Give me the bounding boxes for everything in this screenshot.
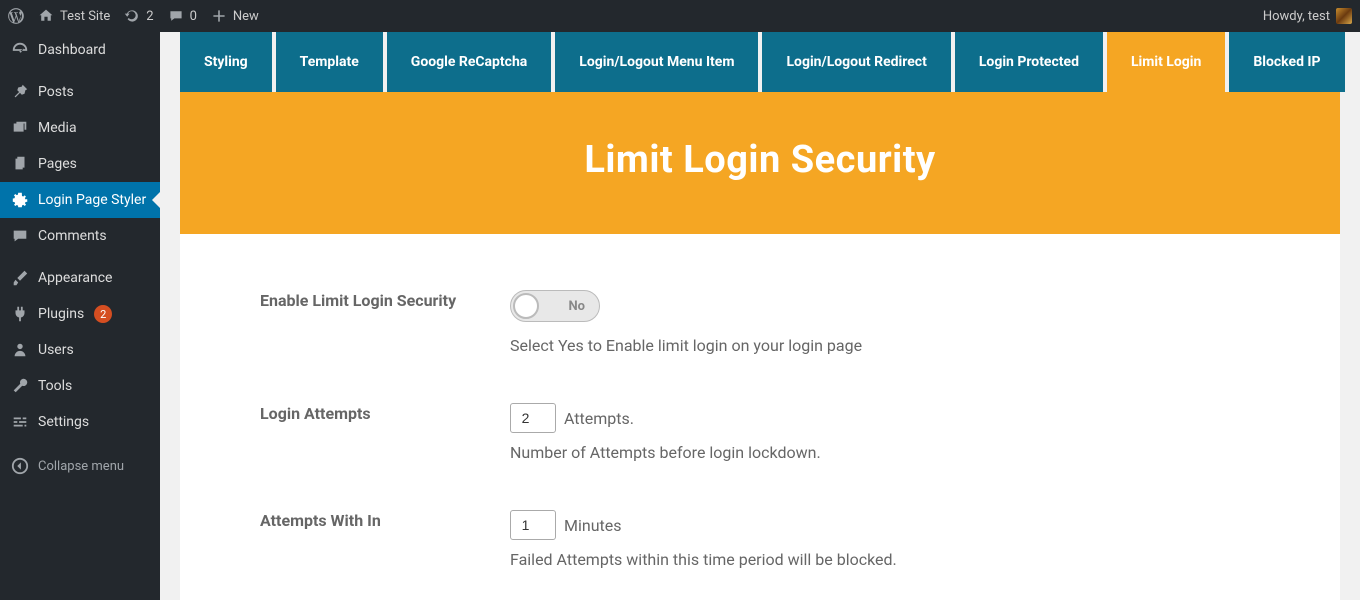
sidebar-item-posts[interactable]: Posts <box>0 74 160 110</box>
user-icon <box>10 340 30 360</box>
sidebar-item-tools[interactable]: Tools <box>0 368 160 404</box>
setting-description: Select Yes to Enable limit login on your… <box>510 336 1260 355</box>
sidebar-item-comments[interactable]: Comments <box>0 218 160 254</box>
sidebar-label: Dashboard <box>38 42 106 58</box>
sidebar-item-dashboard[interactable]: Dashboard <box>0 32 160 68</box>
account-link[interactable]: Howdy, test <box>1263 8 1352 24</box>
sidebar-label: Login Page Styler <box>38 192 146 208</box>
sidebar-label: Users <box>38 342 74 358</box>
setting-attempts: Login Attempts Attempts. Number of Attem… <box>260 403 1260 462</box>
admin-sidebar: Dashboard Posts Media Pages Login Page S… <box>0 32 160 600</box>
setting-within: Attempts With In Minutes Failed Attempts… <box>260 510 1260 569</box>
tab-redirect[interactable]: Login/Logout Redirect <box>762 32 950 92</box>
setting-description: Failed Attempts within this time period … <box>510 550 1260 569</box>
sidebar-label: Pages <box>38 156 77 172</box>
sidebar-item-appearance[interactable]: Appearance <box>0 260 160 296</box>
wp-logo[interactable] <box>8 8 24 24</box>
brush-icon <box>10 268 30 288</box>
updates-link[interactable]: 2 <box>124 8 153 24</box>
tab-template[interactable]: Template <box>276 32 383 92</box>
unit-label: Minutes <box>564 516 622 535</box>
sidebar-item-login-page-styler[interactable]: Login Page Styler <box>0 182 160 218</box>
site-name: Test Site <box>60 9 110 24</box>
pending-comments-count: 0 <box>190 9 197 24</box>
sidebar-item-pages[interactable]: Pages <box>0 146 160 182</box>
sidebar-label: Settings <box>38 414 89 430</box>
sidebar-item-media[interactable]: Media <box>0 110 160 146</box>
settings-panel: Enable Limit Login Security No Select Ye… <box>180 234 1340 600</box>
section-title: Limit Login Security <box>200 138 1320 182</box>
sidebar-label: Tools <box>38 378 72 394</box>
refresh-icon <box>124 8 140 24</box>
sidebar-item-users[interactable]: Users <box>0 332 160 368</box>
section-header: Limit Login Security <box>180 92 1340 234</box>
new-content-link[interactable]: New <box>211 8 259 24</box>
setting-enable: Enable Limit Login Security No Select Ye… <box>260 290 1260 355</box>
tab-blocked-ip[interactable]: Blocked IP <box>1229 32 1344 92</box>
updates-count: 2 <box>146 9 153 24</box>
sidebar-label: Collapse menu <box>38 459 124 474</box>
new-label: New <box>233 9 259 24</box>
sidebar-label: Plugins <box>38 306 84 322</box>
plugins-update-badge: 2 <box>94 305 112 323</box>
sidebar-label: Media <box>38 120 77 136</box>
toggle-state: No <box>568 299 585 314</box>
site-link[interactable]: Test Site <box>38 8 110 24</box>
settings-tabs: Styling Template Google ReCaptcha Login/… <box>180 32 1340 92</box>
wrench-icon <box>10 376 30 396</box>
sidebar-item-plugins[interactable]: Plugins 2 <box>0 296 160 332</box>
setting-description: Number of Attempts before login lockdown… <box>510 443 1260 462</box>
pages-icon <box>10 154 30 174</box>
gear-icon <box>10 190 30 210</box>
sidebar-item-settings[interactable]: Settings <box>0 404 160 440</box>
sliders-icon <box>10 412 30 432</box>
tab-protected[interactable]: Login Protected <box>955 32 1103 92</box>
toggle-knob <box>513 293 539 319</box>
media-icon <box>10 118 30 138</box>
howdy-text: Howdy, test <box>1263 9 1330 24</box>
pin-icon <box>10 82 30 102</box>
dashboard-icon <box>10 40 30 60</box>
setting-label: Enable Limit Login Security <box>260 290 510 312</box>
setting-label: Attempts With In <box>260 510 510 532</box>
comment-icon <box>168 8 184 24</box>
user-avatar <box>1336 8 1352 24</box>
admin-bar: Test Site 2 0 New Howdy, test <box>0 0 1360 32</box>
tab-recaptcha[interactable]: Google ReCaptcha <box>387 32 552 92</box>
tab-styling[interactable]: Styling <box>180 32 272 92</box>
sidebar-label: Appearance <box>38 270 112 286</box>
tab-limit-login[interactable]: Limit Login <box>1107 32 1225 92</box>
wordpress-icon <box>8 8 24 24</box>
collapse-icon <box>10 456 30 476</box>
sidebar-collapse[interactable]: Collapse menu <box>0 448 160 484</box>
enable-toggle[interactable]: No <box>510 290 600 322</box>
setting-label: Login Attempts <box>260 403 510 425</box>
unit-label: Attempts. <box>564 409 634 428</box>
comments-link[interactable]: 0 <box>168 8 197 24</box>
plug-icon <box>10 304 30 324</box>
sidebar-label: Posts <box>38 84 74 100</box>
home-icon <box>38 8 54 24</box>
main-content: Styling Template Google ReCaptcha Login/… <box>160 32 1360 600</box>
plus-icon <box>211 8 227 24</box>
attempts-input[interactable] <box>510 403 556 433</box>
sidebar-label: Comments <box>38 228 107 244</box>
tab-menu-item[interactable]: Login/Logout Menu Item <box>555 32 758 92</box>
comment-icon <box>10 226 30 246</box>
within-input[interactable] <box>510 510 556 540</box>
